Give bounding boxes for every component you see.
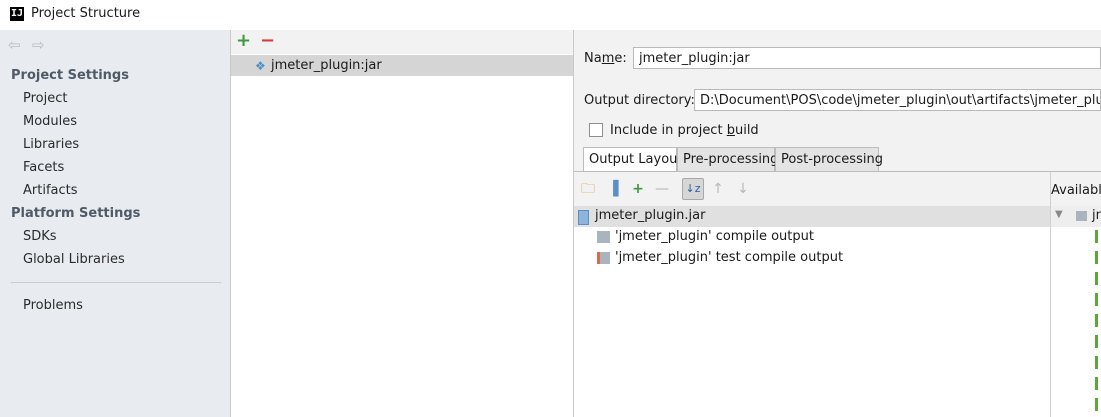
include-in-build-checkbox[interactable] — [589, 123, 603, 137]
artifact-name-input[interactable] — [633, 47, 1101, 69]
sidebar-item-libraries[interactable]: Libraries — [23, 137, 79, 152]
title-bar: IJ Project Structure — [0, 0, 1101, 30]
create-directory-icon[interactable]: 🗀 — [580, 181, 596, 197]
sidebar-divider — [11, 282, 221, 283]
remove-artifact-icon[interactable]: − — [260, 30, 275, 51]
create-archive-icon[interactable]: ▐ — [605, 181, 621, 197]
platform-settings-heading: Platform Settings — [11, 206, 141, 221]
sort-elements-icon[interactable]: ↓z — [682, 178, 704, 200]
artifact-list-item[interactable]: ❖ jmeter_plugin:jar — [231, 55, 573, 76]
remove-element-icon[interactable]: — — [654, 181, 670, 197]
include-in-build-label[interactable]: Include in project build — [610, 123, 759, 138]
jar-file-icon — [578, 210, 589, 225]
sidebar-item-sdks[interactable]: SDKs — [23, 229, 57, 244]
module-folder-icon — [1076, 211, 1087, 221]
jar-artifact-icon: ❖ — [255, 59, 266, 73]
test-output-icon — [597, 252, 610, 264]
layout-child-row[interactable]: 'jmeter_plugin' compile output — [574, 227, 1050, 248]
settings-sidebar: ⇦ ⇨ Project Settings Project Modules Lib… — [0, 30, 230, 417]
output-directory-label: Output directory: — [584, 93, 695, 108]
intellij-icon: IJ — [10, 7, 24, 21]
output-directory-input[interactable] — [694, 89, 1101, 111]
library-item-icon — [1095, 251, 1098, 264]
window-title: Project Structure — [31, 6, 141, 21]
sidebar-item-problems[interactable]: Problems — [23, 298, 83, 313]
library-item-icon — [1095, 272, 1098, 285]
tab-output-layout[interactable]: Output Layout — [583, 147, 682, 172]
library-item-icon — [1095, 293, 1098, 306]
move-up-icon[interactable]: ↑ — [710, 181, 726, 197]
sidebar-item-project[interactable]: Project — [23, 91, 67, 106]
layout-child-label: 'jmeter_plugin' test compile output — [615, 250, 844, 265]
module-output-icon — [597, 231, 610, 243]
library-item-icon — [1095, 356, 1098, 369]
output-layout-area: 🗀 ▐ + — ↓z ↑ ↓ jmeter_plugin.jar 'jmeter… — [574, 172, 1101, 417]
collapse-arrow-icon[interactable]: ▼ — [1055, 209, 1063, 220]
layout-root-label: jmeter_plugin.jar — [595, 208, 706, 223]
sidebar-item-artifacts[interactable]: Artifacts — [23, 183, 78, 198]
add-artifact-icon[interactable]: + — [236, 30, 251, 51]
sidebar-item-global-libraries[interactable]: Global Libraries — [23, 252, 125, 267]
sidebar-item-facets[interactable]: Facets — [23, 160, 64, 175]
layout-child-label: 'jmeter_plugin' compile output — [615, 229, 814, 244]
library-item-icon — [1095, 230, 1098, 243]
library-item-icon — [1095, 314, 1098, 327]
artifacts-list-toolbar: + − — [231, 30, 573, 54]
library-item-icon — [1095, 335, 1098, 348]
available-elements-label: Available — [1051, 183, 1101, 198]
add-element-icon[interactable]: + — [630, 181, 646, 197]
available-root-label: jn — [1092, 208, 1101, 223]
tab-pre-processing[interactable]: Pre-processing — [677, 147, 778, 171]
artifact-detail-panel: Name: Output directory: Include in proje… — [574, 30, 1101, 417]
sidebar-item-modules[interactable]: Modules — [23, 114, 77, 129]
back-arrow-icon[interactable]: ⇦ — [8, 36, 21, 54]
available-root-row[interactable]: ▼ jn — [1051, 206, 1101, 227]
project-settings-heading: Project Settings — [11, 68, 129, 83]
layout-child-row[interactable]: 'jmeter_plugin' test compile output — [574, 248, 1050, 269]
tab-post-processing[interactable]: Post-processing — [775, 147, 883, 171]
library-item-icon — [1095, 398, 1098, 411]
forward-arrow-icon[interactable]: ⇨ — [32, 36, 45, 54]
library-item-icon — [1095, 377, 1098, 390]
output-layout-toolbar: 🗀 ▐ + — ↓z ↑ ↓ — [574, 172, 1050, 206]
artifact-name: jmeter_plugin:jar — [271, 58, 382, 73]
move-down-icon[interactable]: ↓ — [735, 181, 751, 197]
layout-root-row[interactable]: jmeter_plugin.jar — [574, 206, 1050, 227]
name-label: Name: — [584, 51, 627, 66]
artifacts-list-pane: + − ❖ jmeter_plugin:jar — [231, 30, 573, 417]
